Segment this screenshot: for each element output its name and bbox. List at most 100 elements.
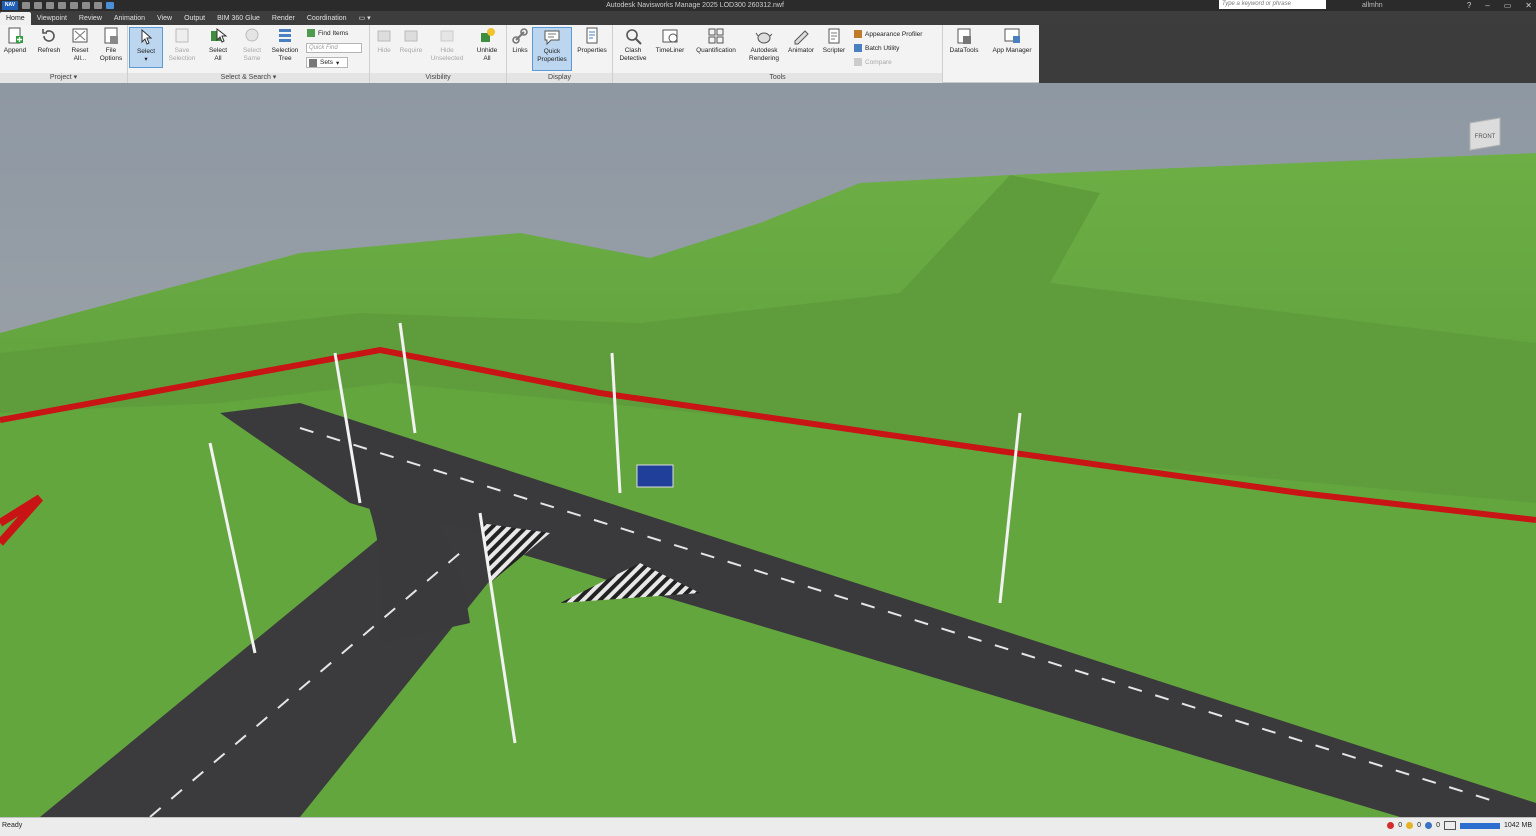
tab-review[interactable]: Review	[73, 12, 108, 25]
file-options-button[interactable]: File Options	[96, 27, 126, 63]
sets-dropdown[interactable]: Sets ▾	[306, 57, 348, 68]
panel-label-tools: Tools	[613, 73, 942, 83]
sheet-browser-icon[interactable]	[1443, 821, 1456, 830]
select-all-button[interactable]: Select All	[202, 27, 234, 63]
clash-detective-button[interactable]: Clash Detective	[615, 27, 651, 63]
memory-usage: 1042 MB	[1503, 822, 1532, 829]
select-all-icon	[209, 27, 228, 45]
select-same-button[interactable]: Select Same	[236, 27, 268, 63]
find-items-button[interactable]: Find Items	[307, 29, 348, 37]
autodesk-rendering-button[interactable]: Autodesk Rendering	[744, 27, 784, 63]
animator-button[interactable]: Animator	[784, 27, 818, 55]
error-count: 0	[1398, 822, 1403, 829]
hide-unselected-button[interactable]: Hide Unselected	[426, 27, 468, 63]
viewcube-face-label: FRONT	[1475, 134, 1496, 140]
warning-count: 0	[1417, 822, 1422, 829]
save-selection-button[interactable]: Save Selection	[166, 27, 198, 63]
datatools-button[interactable]: DataTools	[945, 27, 983, 55]
batch-utility-icon	[854, 44, 862, 52]
app-manager-button[interactable]: App Manager	[987, 27, 1037, 55]
hide-icon	[375, 27, 393, 45]
ribbon-panel: Append Refresh Reset All... File Options…	[0, 25, 1039, 83]
warning-icon	[1406, 822, 1414, 829]
panel-label-project[interactable]: Project ▾	[0, 73, 127, 83]
tab-home[interactable]: Home	[0, 12, 31, 25]
appearance-profiler-button[interactable]: Appearance Profiler	[854, 30, 922, 38]
panel-tools: Clash Detective TimeLiner Quantification…	[613, 25, 943, 83]
viewcube[interactable]: FRONT	[1469, 117, 1501, 151]
tab-viewpoint[interactable]: Viewpoint	[31, 12, 73, 25]
3d-viewport[interactable]: FRONT	[0, 83, 1536, 817]
refresh-button[interactable]: Refresh	[34, 27, 64, 55]
window-title: Autodesk Navisworks Manage 2025 LOD300 2…	[606, 2, 784, 9]
tab-bim360[interactable]: BIM 360 Glue	[211, 12, 266, 25]
minimize-icon[interactable]: –	[1485, 0, 1489, 11]
help-icon[interactable]: ?	[1467, 0, 1471, 11]
select-button[interactable]: Select ▾	[129, 27, 163, 68]
find-items-icon	[307, 29, 315, 37]
hide-button[interactable]: Hide	[372, 27, 396, 55]
unhide-all-icon	[478, 27, 496, 45]
title-bar: NAV Autodesk Navisworks Manage 2025 LOD3…	[0, 0, 1536, 11]
tab-animation[interactable]: Animation	[108, 12, 151, 25]
require-icon	[402, 27, 420, 45]
info-count: 0	[1436, 822, 1440, 829]
maximize-icon[interactable]: ▭	[1504, 0, 1512, 11]
info-icon	[1425, 822, 1433, 829]
append-icon	[6, 27, 24, 45]
save-selection-icon	[173, 27, 191, 45]
panel-select-search: Select ▾ Save Selection Select All Selec…	[128, 25, 370, 83]
panel-label-visibility: Visibility	[370, 73, 506, 83]
links-button[interactable]: Links	[509, 27, 531, 55]
reset-all-button[interactable]: Reset All...	[66, 27, 94, 63]
panel-visibility: Hide Require Hide Unselected Unhide All …	[370, 25, 507, 83]
links-icon	[511, 27, 529, 45]
panel-extras: DataTools App Manager	[943, 25, 1039, 83]
quick-find-input[interactable]: Quick Find	[306, 43, 362, 53]
tab-output[interactable]: Output	[178, 12, 211, 25]
compare-icon	[854, 58, 862, 66]
quantification-icon	[707, 27, 725, 45]
properties-button[interactable]: Properties	[573, 27, 611, 55]
scripter-button[interactable]: Scripter	[819, 27, 849, 55]
progress-bar	[1459, 822, 1500, 829]
tab-coordination[interactable]: Coordination	[301, 12, 353, 25]
clash-detective-icon	[624, 27, 642, 45]
search-input[interactable]: Type a keyword or phrase	[1219, 0, 1326, 9]
selection-tree-button[interactable]: Selection Tree	[268, 27, 302, 63]
select-cursor-icon	[137, 28, 155, 46]
tab-render[interactable]: Render	[266, 12, 301, 25]
panel-label-display: Display	[507, 73, 612, 83]
ribbon-tabs: Home Viewpoint Review Animation View Out…	[0, 11, 1536, 25]
refresh-icon	[40, 27, 58, 45]
error-icon	[1387, 822, 1395, 829]
quick-properties-button[interactable]: Quick Properties	[532, 27, 572, 71]
ribbon-empty-area	[1039, 25, 1536, 83]
quantification-button[interactable]: Quantification	[690, 27, 742, 55]
unhide-all-button[interactable]: Unhide All	[472, 27, 502, 63]
panel-project: Append Refresh Reset All... File Options…	[0, 25, 128, 83]
batch-utility-button[interactable]: Batch Utility	[854, 44, 899, 52]
hide-unselected-icon	[438, 27, 456, 45]
timeliner-button[interactable]: TimeLiner	[652, 27, 688, 55]
compare-button[interactable]: Compare	[854, 58, 892, 66]
file-options-icon	[102, 27, 120, 45]
tab-overflow[interactable]: ▭ ▾	[353, 12, 377, 25]
append-button[interactable]: Append	[2, 27, 28, 55]
quick-properties-icon	[543, 28, 561, 46]
tab-view[interactable]: View	[151, 12, 178, 25]
chevron-down-icon: ▾	[336, 59, 340, 67]
close-icon[interactable]: ✕	[1525, 0, 1532, 11]
appearance-profiler-icon	[854, 30, 862, 38]
selection-tree-icon	[276, 27, 294, 45]
panel-label-select-search[interactable]: Select & Search ▾	[128, 73, 369, 83]
rendering-teapot-icon	[755, 27, 773, 45]
datatools-icon	[955, 27, 973, 45]
status-bar: Ready 0 0 0 1042 MB	[0, 817, 1536, 836]
reset-icon	[71, 27, 89, 45]
user-account[interactable]: allmhn	[1362, 0, 1383, 11]
select-same-icon	[243, 27, 261, 45]
timeliner-icon	[661, 27, 679, 45]
app-manager-icon	[1003, 27, 1021, 45]
require-button[interactable]: Require	[396, 27, 426, 55]
